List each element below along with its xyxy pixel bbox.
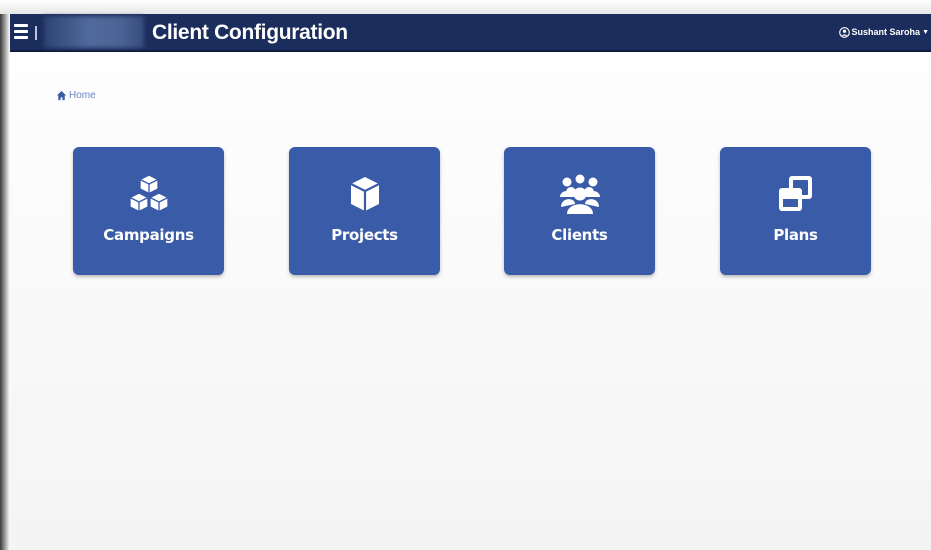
breadcrumb-home-label: Home xyxy=(69,89,96,101)
clone-icon xyxy=(778,176,812,211)
clients-tile-label: Clients xyxy=(551,226,608,244)
user-menu[interactable]: Sushant Saroha ▼ xyxy=(838,24,929,40)
cubes-icon xyxy=(128,174,169,213)
user-name: Sushant Saroha xyxy=(851,27,921,37)
user-icon xyxy=(838,26,850,38)
page-background xyxy=(0,0,931,550)
campaigns-tile-label: Campaigns xyxy=(103,226,194,244)
logo-divider xyxy=(35,26,37,40)
campaigns-tile[interactable]: Campaigns xyxy=(73,147,224,275)
top-navbar: Client Configuration Sushant Saroha ▼ xyxy=(10,14,931,52)
app-title: Client Configuration xyxy=(152,21,348,44)
plans-tile-label: Plans xyxy=(773,226,818,244)
cube-icon xyxy=(350,177,379,211)
window-left-edge xyxy=(0,14,10,550)
company-logo[interactable] xyxy=(44,16,144,48)
chevron-down-icon: ▼ xyxy=(922,28,929,36)
projects-tile[interactable]: Projects xyxy=(289,147,440,275)
plans-tile[interactable]: Plans xyxy=(720,147,871,275)
projects-tile-label: Projects xyxy=(331,226,398,244)
window-top-edge xyxy=(0,0,931,14)
breadcrumb-home[interactable]: Home xyxy=(56,88,96,102)
clients-tile[interactable]: Clients xyxy=(504,147,655,275)
home-icon xyxy=(56,90,67,100)
users-icon xyxy=(559,174,600,214)
hamburger-icon[interactable] xyxy=(14,23,28,39)
